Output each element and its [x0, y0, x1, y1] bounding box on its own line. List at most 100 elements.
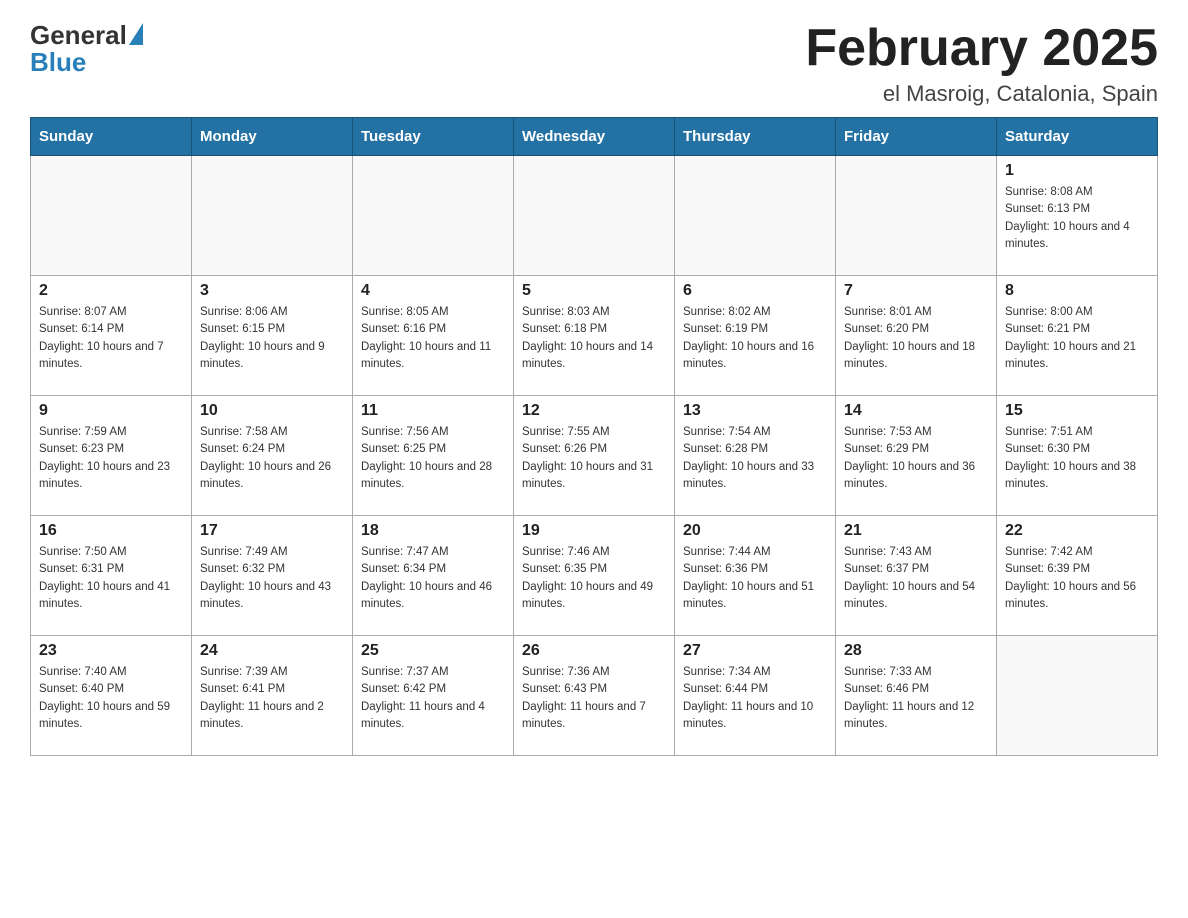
calendar-cell-4-1: 16 Sunrise: 7:50 AMSunset: 6:31 PMDayligh… — [31, 516, 192, 636]
day-number: 17 — [200, 522, 344, 540]
day-number: 25 — [361, 642, 505, 660]
day-number: 9 — [39, 402, 183, 420]
page-header: General Blue February 2025 el Masroig, C… — [30, 20, 1158, 107]
day-info: Sunrise: 7:39 AMSunset: 6:41 PMDaylight:… — [200, 664, 344, 733]
day-number: 4 — [361, 282, 505, 300]
calendar-cell-5-1: 23 Sunrise: 7:40 AMSunset: 6:40 PMDayligh… — [31, 636, 192, 756]
col-monday: Monday — [192, 118, 353, 156]
calendar-cell-3-2: 10 Sunrise: 7:58 AMSunset: 6:24 PMDayligh… — [192, 396, 353, 516]
logo: General Blue — [30, 20, 143, 78]
calendar-cell-3-5: 13 Sunrise: 7:54 AMSunset: 6:28 PMDayligh… — [675, 396, 836, 516]
day-info: Sunrise: 8:01 AMSunset: 6:20 PMDaylight:… — [844, 304, 988, 373]
calendar-cell-3-4: 12 Sunrise: 7:55 AMSunset: 6:26 PMDayligh… — [514, 396, 675, 516]
col-friday: Friday — [836, 118, 997, 156]
page-title: February 2025 — [805, 20, 1158, 77]
day-number: 14 — [844, 402, 988, 420]
week-row-4: 16 Sunrise: 7:50 AMSunset: 6:31 PMDayligh… — [31, 516, 1158, 636]
calendar-cell-5-6: 28 Sunrise: 7:33 AMSunset: 6:46 PMDayligh… — [836, 636, 997, 756]
day-info: Sunrise: 7:40 AMSunset: 6:40 PMDaylight:… — [39, 664, 183, 733]
title-block: February 2025 el Masroig, Catalonia, Spa… — [805, 20, 1158, 107]
week-row-1: 1 Sunrise: 8:08 AMSunset: 6:13 PMDaylight… — [31, 156, 1158, 276]
day-number: 2 — [39, 282, 183, 300]
day-number: 7 — [844, 282, 988, 300]
calendar-cell-2-7: 8Sunrise: 8:00 AMSunset: 6:21 PMDaylight… — [997, 276, 1158, 396]
day-info: Sunrise: 7:36 AMSunset: 6:43 PMDaylight:… — [522, 664, 666, 733]
day-info: Sunrise: 7:54 AMSunset: 6:28 PMDaylight:… — [683, 424, 827, 493]
day-number: 18 — [361, 522, 505, 540]
calendar-cell-5-3: 25 Sunrise: 7:37 AMSunset: 6:42 PMDayligh… — [353, 636, 514, 756]
day-number: 3 — [200, 282, 344, 300]
calendar-cell-1-5 — [675, 156, 836, 276]
day-number: 8 — [1005, 282, 1149, 300]
day-info: Sunrise: 8:02 AMSunset: 6:19 PMDaylight:… — [683, 304, 827, 373]
week-row-2: 2 Sunrise: 8:07 AMSunset: 6:14 PMDaylight… — [31, 276, 1158, 396]
day-number: 6 — [683, 282, 827, 300]
day-info: Sunrise: 7:51 AMSunset: 6:30 PMDaylight:… — [1005, 424, 1149, 493]
day-info: Sunrise: 7:42 AMSunset: 6:39 PMDaylight:… — [1005, 544, 1149, 613]
calendar-cell-3-1: 9 Sunrise: 7:59 AMSunset: 6:23 PMDaylight… — [31, 396, 192, 516]
day-number: 28 — [844, 642, 988, 660]
calendar-cell-2-5: 6 Sunrise: 8:02 AMSunset: 6:19 PMDaylight… — [675, 276, 836, 396]
day-number: 11 — [361, 402, 505, 420]
calendar-cell-4-4: 19 Sunrise: 7:46 AMSunset: 6:35 PMDayligh… — [514, 516, 675, 636]
calendar-cell-1-2 — [192, 156, 353, 276]
calendar-cell-5-5: 27 Sunrise: 7:34 AMSunset: 6:44 PMDayligh… — [675, 636, 836, 756]
day-info: Sunrise: 7:56 AMSunset: 6:25 PMDaylight:… — [361, 424, 505, 493]
col-thursday: Thursday — [675, 118, 836, 156]
day-number: 10 — [200, 402, 344, 420]
logo-blue-text: Blue — [30, 47, 86, 78]
calendar-header-row: Sunday Monday Tuesday Wednesday Thursday… — [31, 118, 1158, 156]
calendar-cell-3-7: 15Sunrise: 7:51 AMSunset: 6:30 PMDayligh… — [997, 396, 1158, 516]
day-info: Sunrise: 7:44 AMSunset: 6:36 PMDaylight:… — [683, 544, 827, 613]
day-number: 24 — [200, 642, 344, 660]
day-info: Sunrise: 7:55 AMSunset: 6:26 PMDaylight:… — [522, 424, 666, 493]
calendar-cell-4-5: 20 Sunrise: 7:44 AMSunset: 6:36 PMDayligh… — [675, 516, 836, 636]
day-info: Sunrise: 7:58 AMSunset: 6:24 PMDaylight:… — [200, 424, 344, 493]
day-number: 22 — [1005, 522, 1149, 540]
calendar-cell-1-6 — [836, 156, 997, 276]
calendar-cell-5-2: 24 Sunrise: 7:39 AMSunset: 6:41 PMDayligh… — [192, 636, 353, 756]
day-number: 16 — [39, 522, 183, 540]
day-info: Sunrise: 7:33 AMSunset: 6:46 PMDaylight:… — [844, 664, 988, 733]
day-number: 20 — [683, 522, 827, 540]
day-info: Sunrise: 8:08 AMSunset: 6:13 PMDaylight:… — [1005, 184, 1149, 253]
logo-triangle-icon — [129, 23, 143, 45]
calendar-cell-5-7 — [997, 636, 1158, 756]
calendar-cell-2-3: 4 Sunrise: 8:05 AMSunset: 6:16 PMDaylight… — [353, 276, 514, 396]
calendar-cell-1-3 — [353, 156, 514, 276]
day-info: Sunrise: 8:03 AMSunset: 6:18 PMDaylight:… — [522, 304, 666, 373]
day-number: 23 — [39, 642, 183, 660]
calendar-table: Sunday Monday Tuesday Wednesday Thursday… — [30, 117, 1158, 756]
col-saturday: Saturday — [997, 118, 1158, 156]
day-info: Sunrise: 7:37 AMSunset: 6:42 PMDaylight:… — [361, 664, 505, 733]
day-info: Sunrise: 7:49 AMSunset: 6:32 PMDaylight:… — [200, 544, 344, 613]
col-wednesday: Wednesday — [514, 118, 675, 156]
day-number: 12 — [522, 402, 666, 420]
page-subtitle: el Masroig, Catalonia, Spain — [805, 81, 1158, 107]
calendar-cell-1-7: 1 Sunrise: 8:08 AMSunset: 6:13 PMDaylight… — [997, 156, 1158, 276]
day-number: 27 — [683, 642, 827, 660]
week-row-3: 9 Sunrise: 7:59 AMSunset: 6:23 PMDaylight… — [31, 396, 1158, 516]
day-number: 1 — [1005, 162, 1149, 180]
calendar-cell-4-2: 17 Sunrise: 7:49 AMSunset: 6:32 PMDayligh… — [192, 516, 353, 636]
day-info: Sunrise: 7:34 AMSunset: 6:44 PMDaylight:… — [683, 664, 827, 733]
calendar-cell-4-7: 22 Sunrise: 7:42 AMSunset: 6:39 PMDayligh… — [997, 516, 1158, 636]
calendar-cell-4-3: 18 Sunrise: 7:47 AMSunset: 6:34 PMDayligh… — [353, 516, 514, 636]
calendar-cell-2-6: 7 Sunrise: 8:01 AMSunset: 6:20 PMDaylight… — [836, 276, 997, 396]
day-number: 13 — [683, 402, 827, 420]
day-info: Sunrise: 7:50 AMSunset: 6:31 PMDaylight:… — [39, 544, 183, 613]
day-info: Sunrise: 7:59 AMSunset: 6:23 PMDaylight:… — [39, 424, 183, 493]
calendar-cell-1-4 — [514, 156, 675, 276]
day-info: Sunrise: 8:06 AMSunset: 6:15 PMDaylight:… — [200, 304, 344, 373]
day-info: Sunrise: 7:46 AMSunset: 6:35 PMDaylight:… — [522, 544, 666, 613]
day-info: Sunrise: 7:47 AMSunset: 6:34 PMDaylight:… — [361, 544, 505, 613]
day-number: 19 — [522, 522, 666, 540]
calendar-cell-3-6: 14Sunrise: 7:53 AMSunset: 6:29 PMDayligh… — [836, 396, 997, 516]
day-number: 26 — [522, 642, 666, 660]
calendar-cell-2-4: 5Sunrise: 8:03 AMSunset: 6:18 PMDaylight… — [514, 276, 675, 396]
day-info: Sunrise: 8:07 AMSunset: 6:14 PMDaylight:… — [39, 304, 183, 373]
calendar-cell-4-6: 21Sunrise: 7:43 AMSunset: 6:37 PMDayligh… — [836, 516, 997, 636]
week-row-5: 23 Sunrise: 7:40 AMSunset: 6:40 PMDayligh… — [31, 636, 1158, 756]
day-info: Sunrise: 8:05 AMSunset: 6:16 PMDaylight:… — [361, 304, 505, 373]
day-info: Sunrise: 7:43 AMSunset: 6:37 PMDaylight:… — [844, 544, 988, 613]
